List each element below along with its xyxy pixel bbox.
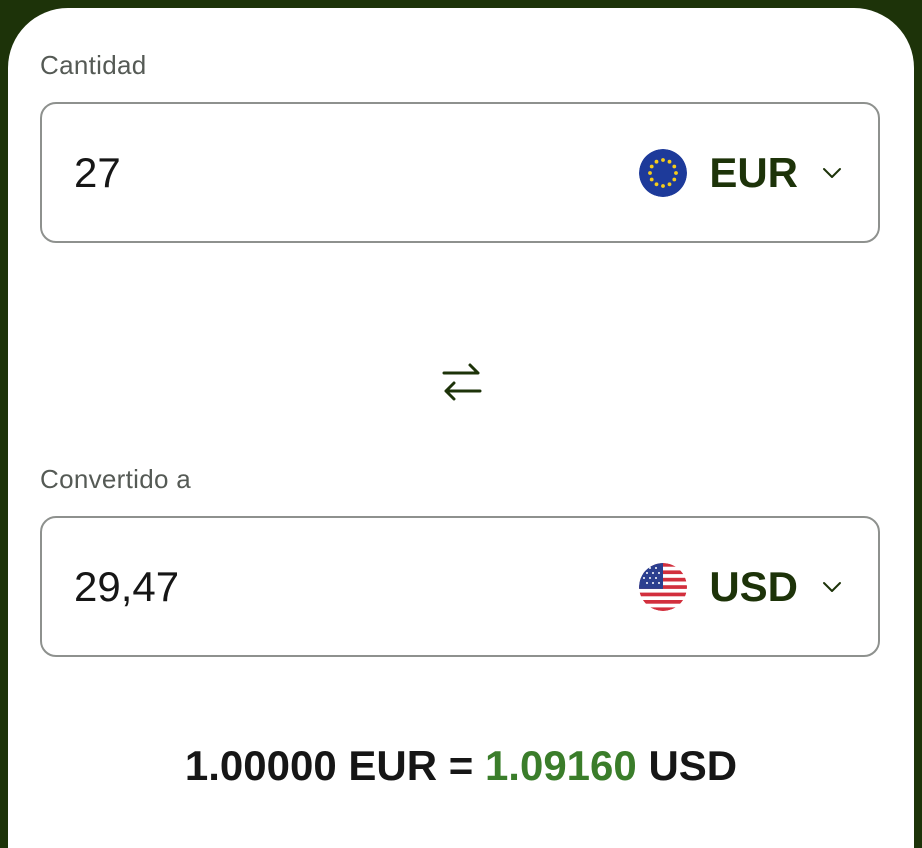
- to-currency-code: USD: [709, 562, 798, 610]
- from-currency-selector[interactable]: EUR: [639, 148, 844, 197]
- eu-flag-icon: [639, 148, 688, 197]
- rate-base-amount: 1.00000: [184, 742, 337, 789]
- amount-field[interactable]: 27 EUR: [40, 102, 880, 243]
- amount-input[interactable]: 27: [74, 149, 121, 197]
- rate-base-currency: EUR: [348, 742, 438, 789]
- chevron-down-icon: [823, 167, 841, 178]
- converted-amount[interactable]: 29,47: [74, 563, 179, 611]
- to-currency-selector[interactable]: USD: [639, 562, 844, 611]
- rate-quote-currency: USD: [648, 742, 738, 789]
- from-currency-code: EUR: [709, 148, 798, 196]
- exchange-rate-text: 1.00000 EUR = 1.09160 USD: [0, 742, 922, 790]
- rate-equals: =: [448, 742, 474, 789]
- swap-arrows-icon[interactable]: [440, 360, 484, 404]
- converted-label: Convertido a: [40, 464, 192, 494]
- us-flag-icon: [639, 562, 688, 611]
- rate-quote-amount: 1.09160: [484, 742, 637, 789]
- amount-label: Cantidad: [40, 50, 147, 80]
- chevron-down-icon: [823, 581, 841, 592]
- converted-field[interactable]: 29,47 USD: [40, 516, 880, 657]
